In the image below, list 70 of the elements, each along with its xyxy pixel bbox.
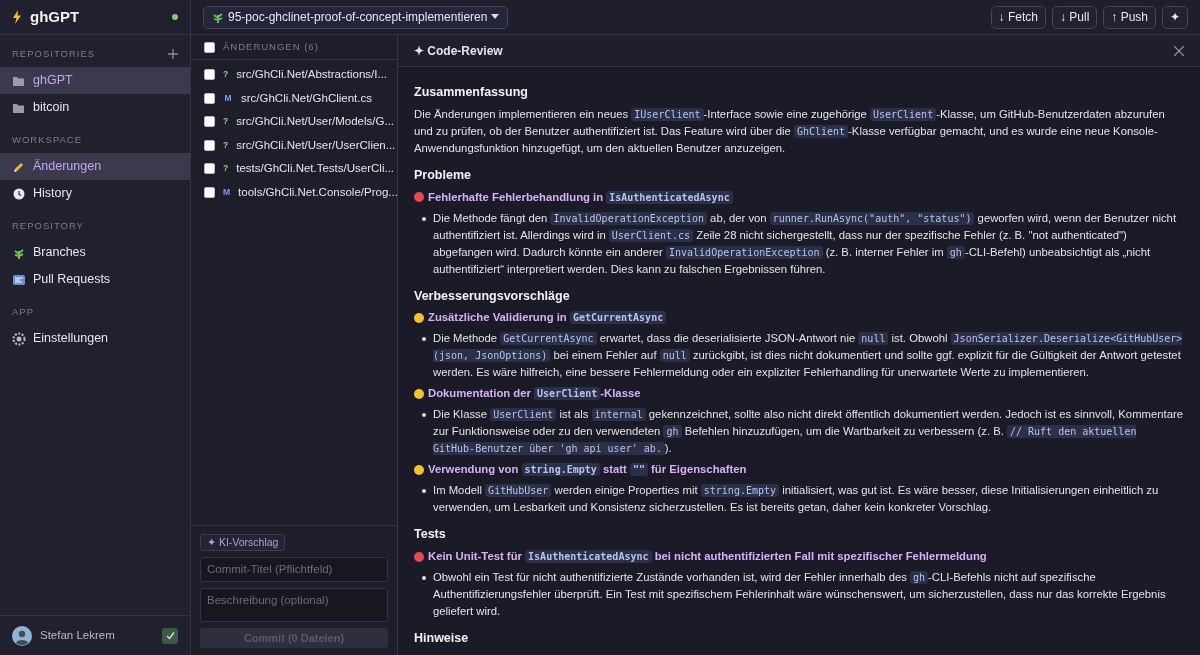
section-label: APP [12,304,34,319]
bullet-text: Die Methode GetCurrentAsync erwartet, dass die deserialisierte JSON-Antwort nie null ist. Obwohl JsonSerializer.Deserialize<GitHubUser>(json, JsonOptions) bei einem Fehler auf null zurückgibt, ist dies nicht dokumentiert und sollte ggf. explizit für die Gültigkeit der Antwort getestet werden. Es wäre hilfreich, eine bessere Fehlermeldung oder ein expliziter Fehlerhandling für unerwartete Werte zu implementieren. [433,331,1184,381]
bullet-icon [422,489,426,494]
sidebar-item[interactable]: ghGPT [0,67,190,94]
file-path[interactable]: tools/GhCli.Net.Console/Prog... [238,183,398,201]
plus-icon[interactable] [168,49,178,59]
finding-title: Zusätzliche Validierung in GetCurrentAsync [428,309,667,327]
toolbar-button[interactable]: ↓ Pull [1051,5,1098,29]
avatar-icon [12,625,32,646]
bullet-text: Im Modell GitHubUser werden einige Properties mit string.Empty initialisiert, was gut ist. Es wäre besser, diese Initialisierungen einheitlich zu verwenden, um Lesbarkeit und Konsistenz sicherzustellen. Es ist bereits getan, daher kein konkreter Vorschlag. [433,483,1160,516]
bullet-icon [422,413,426,418]
app-title: ghGPT [30,6,80,27]
sidebar-item[interactable]: Pull Requests [0,266,190,293]
checkbox[interactable] [204,116,215,128]
checkbox[interactable] [204,186,215,198]
sidebar-item[interactable]: Änderungen [0,153,190,180]
user-name: Stefan Lekrem [40,627,115,643]
file-path[interactable]: tests/GhCli.Net.Tests/UserCli... [236,160,395,178]
finding-title: Kein Unit-Test für IsAuthenticatedAsync bei nicht authentifizierten Fall mit spezifischer Fehlermeldung [428,549,987,565]
paragraph: Die Änderungen implementieren ein neues IUserClient -Interface sowie eine zugehörige UserClient -Klasse, um GitHub-Benutzerdaten abzurufen und zu prüfen, ob der Benutzer authentifiziert ist. Das Feature wird über die GhClient -Klasse verfügbar gemacht, und es wurde eine neue Konsole-Anwendungsfunktion hinzugefügt, um den aktuellen Benutzer anzuzeigen. [414,106,1166,156]
status-label: ? [223,115,229,129]
section-heading: Probleme [414,166,472,184]
finding-title: Verwendung von string.Empty statt "" für Eigenschaften [428,462,747,479]
caret-icon [491,14,500,20]
status-label: ? [223,162,229,176]
bullet-text: Obwohl ein Test für nicht authentifizierte Zustände vorhanden ist, wird der Fehler innerhalb des gh -CLI-Befehls nicht auf spezifische Authentifizierungsfehler überprüft. Ein Test mit spezifischem Fehlerinhalt wäre wünschenswert, um sicherzustellen, dass nur das korrekte Ergebnis geliefert wird. [433,570,1167,619]
clock-icon [12,186,26,201]
checkbox[interactable] [204,92,215,104]
finding-title: Fehlerhafte Fehlerbehandlung in IsAuthenticatedAsync [428,188,733,206]
file-path[interactable]: src/GhCli.Net/User/Models/G... [236,113,395,131]
section-heading: Verbesserungsvorschläge [414,287,571,305]
toolbar-button[interactable]: ✦ [1162,5,1188,29]
section-heading: Zusammenfassung [414,84,529,101]
branch-selector[interactable]: 95-poc-ghclinet-proof-of-concept-implementieren [203,5,509,29]
bullet-icon [422,216,426,221]
toolbar-button[interactable]: ↓ Fetch [990,5,1046,29]
bullet-icon [422,337,426,342]
sidebar-item[interactable]: Einstellungen [0,325,190,352]
checkbox[interactable] [204,41,215,53]
section-label: ÄNDERUNGEN (6) [223,39,319,54]
file-path[interactable]: src/GhCli.Net/User/UserClien... [236,136,396,154]
status-label: M [223,185,231,199]
file-path[interactable]: src/GhCli.Net/Abstractions/I... [236,66,388,84]
leaf-icon [212,11,224,23]
file-path[interactable]: src/GhCli.Net/GhClient.cs [241,89,372,107]
checkbox[interactable] [204,69,215,81]
status-label: ? [223,138,229,152]
lightning-icon [12,10,22,24]
section-heading: Hinweise [414,630,470,647]
sidebar-item[interactable]: History [0,180,190,207]
gear-icon [12,331,26,346]
section-heading: Tests [414,526,447,544]
status-label: M [223,91,233,105]
bullet-icon [422,576,426,580]
status-label: ? [223,68,229,82]
bullet-text: Die Klasse UserClient ist als internal gekennzeichnet, sollte also nicht direkt öffentlich dokumentiert werden. Jedoch ist es sinnvoll, Kommentare zur Funktionsweise oder zu den verwendeten gh Befehlen hinzuzufügen, um die Wartbarkeit zu verbessern (z. B. // Ruft den aktuellen GitHub-Benutzer über 'gh api user' ab. ). [433,407,1184,458]
checkbox[interactable] [204,139,215,151]
check-icon [162,627,178,644]
checkbox[interactable] [204,163,215,175]
finding-title: Dokumentation der UserClient -Klasse [428,386,641,403]
section-label: REPOSITORIES [12,46,96,61]
section-label: REPOSITORY [12,218,84,233]
close-icon[interactable] [1174,45,1184,56]
bullet-text: Die Methode fängt den InvalidOperationException ab, der von runner.RunAsync("auth", "status") geworfen wird, wenn der Benutzer nicht authentifiziert ist. Allerdings wird in UserClient.cs Zeile 28 nicht sichergestellt, dass nur der spezifische Fehler (z. B. "not authenticated") abgefangen wird. Dadurch könnte ein anderer InvalidOperationException (z. B. interner Fehler im gh -CLI-Befehl) unbeabsichtigt als „nicht authentifiziert“ interpretiert werden. Dies kann zu falschen Ergebnissen führen. [433,210,1178,277]
pull-request-icon [12,272,26,287]
toolbar-button[interactable]: ↑ Push [1103,5,1156,29]
sidebar-item[interactable]: bitcoin [0,94,190,121]
sidebar-item[interactable]: Branches [0,239,190,266]
section-label: WORKSPACE [12,132,83,147]
panel-title: ✦ Code-Review [414,42,503,60]
